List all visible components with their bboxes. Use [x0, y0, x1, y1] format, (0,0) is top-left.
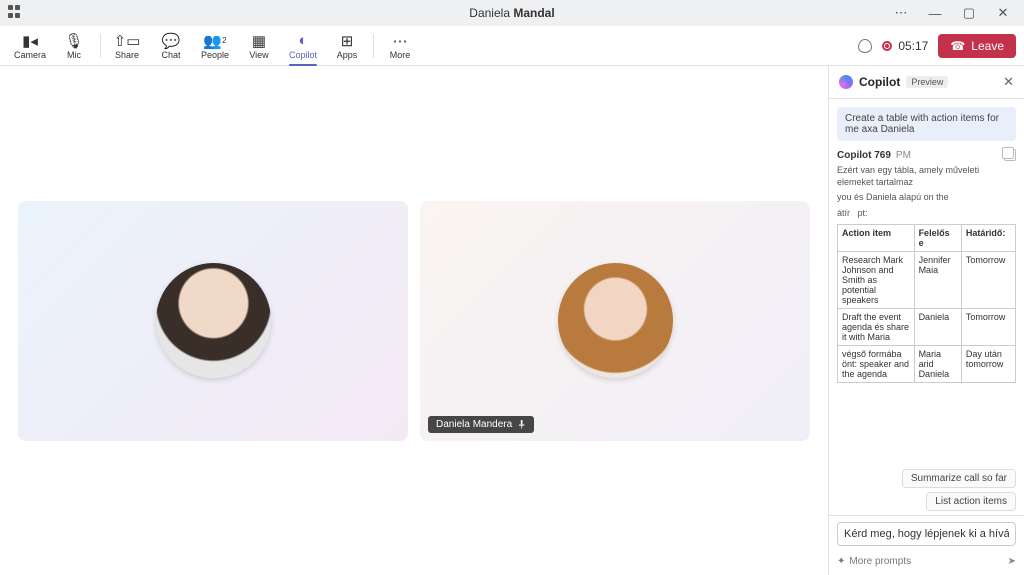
message-meta: Copilot 769 PM — [837, 149, 1016, 161]
minimize-button[interactable]: — — [918, 0, 952, 26]
hangup-icon: ☎ — [950, 39, 965, 53]
copilot-input[interactable] — [837, 522, 1016, 546]
copilot-title: Copilot — [859, 75, 900, 89]
mic-button[interactable]: 🎙 Mic — [52, 26, 96, 66]
share-icon: ⇧▭ — [114, 32, 141, 50]
user-message: Create a table with action items for me … — [837, 107, 1016, 141]
copilot-chat: Create a table with action items for me … — [829, 99, 1024, 465]
chat-button[interactable]: 💬 Chat — [149, 26, 193, 66]
chat-icon: 💬 — [162, 32, 181, 50]
mic-icon: 🎙 — [64, 32, 83, 50]
avatar — [156, 263, 271, 378]
camera-button[interactable]: ▮◂ Camera — [8, 26, 52, 66]
copilot-input-row — [829, 515, 1024, 552]
title-bar: Daniela Mandal ⋯ — ▢ ✕ — [0, 0, 1024, 26]
separator — [373, 34, 374, 58]
window-title: Daniela Mandal — [469, 6, 554, 20]
people-button[interactable]: 👥2 People — [193, 26, 237, 66]
recording-icon — [882, 41, 892, 51]
maximize-button[interactable]: ▢ — [952, 0, 986, 26]
copilot-logo-icon — [839, 75, 853, 89]
copy-icon[interactable] — [1004, 149, 1016, 161]
privacy-shield-icon[interactable] — [858, 39, 872, 53]
apps-button[interactable]: ⊞ Apps — [325, 26, 369, 66]
people-icon: 👥2 — [203, 32, 226, 50]
copilot-text: átír pt: — [837, 208, 1016, 220]
call-toolbar: ▮◂ Camera 🎙 Mic ⇧▭ Share 💬 Chat 👥2 Peopl… — [0, 26, 1024, 66]
separator — [100, 34, 101, 58]
copilot-text: Ezért van egy tábla, amely műveleti elem… — [837, 165, 1016, 188]
view-icon: ▦ — [252, 32, 266, 50]
share-button[interactable]: ⇧▭ Share — [105, 26, 149, 66]
suggestion-chips: Summarize call so far List action items — [829, 465, 1024, 515]
close-panel-button[interactable]: ✕ — [1003, 74, 1014, 90]
more-window-button[interactable]: ⋯ — [884, 0, 918, 26]
view-button[interactable]: ▦ View — [237, 26, 281, 66]
copilot-button[interactable]: ◐ Copilot — [281, 26, 325, 66]
call-timer: 05:17 — [882, 39, 928, 53]
leave-button[interactable]: ☎ Leave — [938, 34, 1016, 58]
more-icon: ⋯ — [393, 32, 408, 50]
copilot-header: Copilot Preview ✕ — [829, 66, 1024, 99]
apps-icon: ⊞ — [341, 32, 354, 50]
video-stage: Daniela Mandera — [0, 66, 828, 575]
copilot-input-footer: ✦ More prompts ➤ — [829, 552, 1024, 575]
col-action: Action item — [838, 224, 915, 251]
app-icon — [8, 5, 22, 19]
preview-badge: Preview — [906, 76, 948, 88]
table-row: Research Mark Johnson and Smith as poten… — [838, 251, 1016, 308]
copilot-icon: ◐ — [298, 32, 307, 50]
participant-name-badge: Daniela Mandera — [428, 416, 534, 433]
col-owner: Felelős e — [914, 224, 961, 251]
video-tile-participant[interactable]: Daniela Mandera — [420, 201, 810, 441]
send-button[interactable]: ➤ — [1008, 556, 1016, 567]
sparkle-icon: ✦ — [837, 556, 845, 567]
chip-list-actions[interactable]: List action items — [926, 492, 1016, 511]
close-window-button[interactable]: ✕ — [986, 0, 1020, 26]
table-row: végső formába önt: speaker and the agend… — [838, 345, 1016, 382]
more-button[interactable]: ⋯ More — [378, 26, 422, 66]
col-due: Határidő: — [961, 224, 1015, 251]
chip-summarize[interactable]: Summarize call so far — [902, 469, 1016, 488]
action-items-table: Action item Felelős e Határidő: Research… — [837, 224, 1016, 383]
avatar — [558, 263, 673, 378]
table-row: Draft the event agenda és share it with … — [838, 308, 1016, 345]
camera-icon: ▮◂ — [22, 32, 38, 50]
copilot-panel: Copilot Preview ✕ Create a table with ac… — [828, 66, 1024, 575]
mic-muted-icon — [517, 420, 526, 429]
video-tile-self[interactable] — [18, 201, 408, 441]
copilot-text: you és Daniela alapú on the — [837, 192, 1016, 204]
main-area: Daniela Mandera Copilot Preview ✕ Create… — [0, 66, 1024, 575]
more-prompts-link[interactable]: More prompts — [849, 556, 911, 567]
